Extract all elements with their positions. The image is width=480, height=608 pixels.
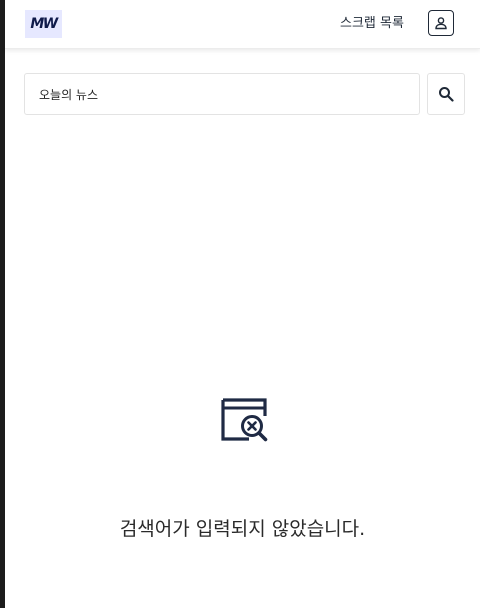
search-input[interactable] xyxy=(24,73,420,115)
search-icon xyxy=(439,87,454,102)
empty-state-message: 검색어가 입력되지 않았습니다. xyxy=(119,518,366,540)
app-root: MW 스크랩 목록 검색어가 입력되지 않았습니다. xyxy=(5,0,480,608)
profile-button[interactable] xyxy=(428,10,454,36)
user-icon xyxy=(435,17,447,30)
logo[interactable]: MW xyxy=(25,10,62,38)
search-clear-window-icon xyxy=(221,398,268,442)
top-header: MW 스크랩 목록 xyxy=(5,0,480,49)
scrap-list-link[interactable]: 스크랩 목록 xyxy=(340,14,404,34)
search-button[interactable] xyxy=(427,73,465,115)
